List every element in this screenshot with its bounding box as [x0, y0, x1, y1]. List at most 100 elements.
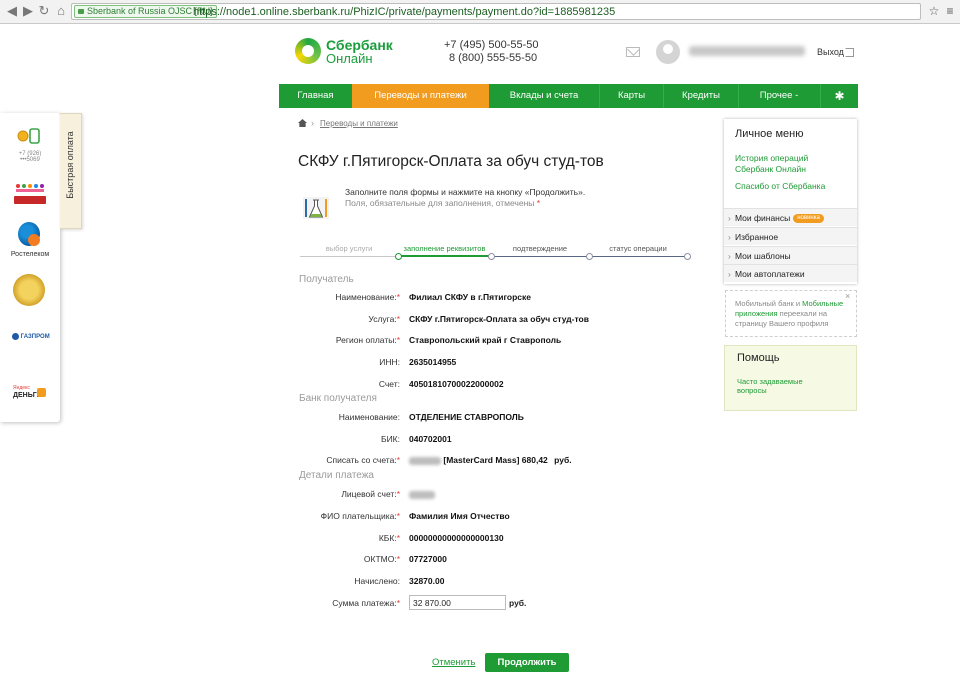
field-label: ИНН: — [379, 357, 400, 367]
kbk-value[interactable]: 00000000000000000130 — [409, 533, 504, 543]
inn-value: 2635014955 — [409, 357, 457, 367]
history-link[interactable]: История операций Сбербанк Онлайн — [735, 153, 808, 175]
quick-pay-tab-label: Быстрая оплата — [65, 131, 75, 199]
continue-button[interactable]: Продолжить — [485, 653, 569, 672]
home-icon[interactable] — [298, 119, 307, 127]
bik-value: 040702001 — [409, 434, 452, 444]
step-select-service: выбор услуги — [325, 244, 373, 253]
field-label: ФИО плательщика:* — [320, 511, 400, 521]
bookmark-star-icon[interactable]: ☆ — [927, 4, 941, 18]
field-label: Списать со счета:* — [326, 455, 400, 465]
arrow-left-icon: ◀ — [7, 3, 17, 18]
chevron-right-icon: › — [311, 118, 314, 128]
quick-pay-tab[interactable]: Быстрая оплата — [60, 113, 82, 229]
gazprom-caption: ГАЗПРОМ — [20, 334, 50, 341]
rostelecom-icon[interactable] — [18, 222, 40, 246]
sum-unit: руб. — [509, 598, 527, 608]
phone-prefix: +7 (495) — [444, 39, 486, 51]
coin-icon — [37, 388, 46, 397]
nav-item-transfers[interactable]: Переводы и платежи — [352, 84, 489, 108]
nav-item-cards[interactable]: Карты — [600, 84, 663, 108]
phone-caption: +7 (926) •••5069 — [18, 151, 42, 163]
avatar[interactable] — [656, 40, 680, 64]
phone-free: 8 (800) 555-55-50 — [449, 52, 537, 65]
section-recipient: Получатель — [299, 274, 354, 285]
menu-item-favorites[interactable]: Избранное — [724, 227, 857, 246]
logout-link[interactable]: Выход — [817, 47, 844, 57]
reload-button[interactable]: ↻ — [36, 3, 52, 19]
personal-account-value[interactable] — [409, 489, 435, 499]
page: ◀ ▶ ↻ ⌂ Sberbank of Russia OJSC [RU] htt… — [0, 0, 960, 679]
charity-banner-icon[interactable] — [14, 196, 46, 204]
url-text[interactable]: https://node1.online.sberbank.ru/PhizIC/… — [193, 5, 615, 19]
kids-charity-icon[interactable] — [14, 180, 46, 192]
field-label: БИК: — [380, 434, 400, 444]
step-dot — [586, 253, 593, 260]
sberbank-logo-icon[interactable] — [295, 38, 321, 64]
step-dot — [395, 253, 402, 260]
section-details: Детали платежа — [299, 470, 374, 481]
step-confirm: подтверждение — [512, 244, 568, 253]
nav-item-main[interactable]: Главная — [279, 84, 352, 108]
progress-line — [300, 256, 398, 257]
gear-icon[interactable]: ✱ — [821, 84, 858, 108]
step-dot — [684, 253, 691, 260]
field-label: Лицевой счет:* — [341, 489, 400, 499]
gazprom-icon[interactable]: ГАЗПРОМ — [12, 333, 50, 340]
mail-icon[interactable] — [626, 47, 640, 57]
address-bar[interactable]: Sberbank of Russia OJSC [RU] https://nod… — [71, 3, 921, 20]
back-button[interactable]: ◀ — [4, 3, 20, 19]
field-label: Наименование:* — [335, 292, 400, 302]
emblem-icon[interactable] — [13, 274, 45, 306]
required-hint-text: Поля, обязательные для заполнения, отмеч… — [345, 198, 535, 208]
page-title: СКФУ г.Пятигорск-Оплата за обуч студ-тов — [298, 153, 604, 170]
notice-text: Мобильный банк и Мобильные приложения пе… — [735, 299, 844, 328]
menu-icon[interactable]: ≡ — [943, 4, 957, 18]
home-button[interactable]: ⌂ — [53, 3, 69, 19]
faq-link[interactable]: Часто задаваемые вопросы — [737, 377, 827, 395]
nav-item-other[interactable]: Прочее - — [739, 84, 819, 108]
debit-unit: руб. — [554, 455, 572, 465]
phone-number: 555-55-50 — [486, 52, 538, 64]
rostelecom-caption: Ростелеком — [10, 251, 50, 258]
mobile-pay-icon[interactable] — [17, 128, 41, 144]
nav-item-deposits[interactable]: Вклады и счета — [489, 84, 599, 108]
step-status: статус операции — [609, 244, 667, 253]
logout-icon[interactable] — [845, 48, 854, 57]
help-title: Помощь — [737, 352, 780, 364]
recipient-name-value: Филиал СКФУ в г.Пятигорске — [409, 292, 532, 302]
user-name-blurred[interactable] — [689, 46, 805, 56]
field-label: КБК:* — [378, 533, 400, 543]
section-bank: Банк получателя — [299, 393, 377, 404]
logo-text-line2[interactable]: Онлайн — [326, 52, 373, 66]
debit-account-select[interactable]: [MasterCard Mass] 680,42 руб. — [409, 455, 572, 465]
card-number-blurred — [409, 456, 441, 465]
service-value: СКФУ г.Пятигорск-Оплата за обуч студ-тов — [409, 314, 589, 324]
payment-sum-input[interactable] — [409, 595, 506, 610]
breadcrumb[interactable]: Переводы и платежи — [320, 119, 398, 128]
field-label: ОКТМО:* — [363, 554, 400, 564]
payer-name-value[interactable]: Фамилия Имя Отчество — [409, 511, 510, 521]
cancel-link[interactable]: Отменить — [432, 657, 475, 668]
reload-icon: ↻ — [38, 3, 50, 18]
phone-prefix: 8 (800) — [449, 52, 484, 64]
arrow-right-icon: ▶ — [23, 3, 33, 18]
required-hint: Поля, обязательные для заполнения, отмеч… — [345, 198, 540, 208]
menu-item-templates[interactable]: Мои шаблоны — [724, 246, 857, 265]
thanks-link[interactable]: Спасибо от Сбербанка — [735, 181, 825, 192]
nav-item-credits[interactable]: Кредиты — [664, 84, 738, 108]
region-value: Ставропольский край г Ставрополь — [409, 335, 562, 345]
close-icon[interactable]: × — [845, 291, 850, 301]
field-label: Сумма платежа:* — [332, 598, 400, 608]
phone-number: 500-55-50 — [488, 39, 539, 51]
menu-item-finances[interactable]: Мои финансыновинка — [724, 208, 857, 227]
oktmo-value[interactable]: 07727000 — [409, 554, 447, 564]
phone-moscow: +7 (495) 500-55-50 — [444, 39, 539, 52]
menu-item-autopayments[interactable]: Мои автоплатежи — [724, 264, 857, 283]
forward-button[interactable]: ▶ — [20, 3, 36, 19]
form-hint: Заполните поля формы и нажмите на кнопку… — [345, 187, 586, 197]
home-icon: ⌂ — [57, 3, 65, 18]
field-label: Услуга:* — [368, 314, 400, 324]
progress-line-active — [398, 255, 491, 257]
field-label: Регион оплаты:* — [335, 335, 400, 345]
